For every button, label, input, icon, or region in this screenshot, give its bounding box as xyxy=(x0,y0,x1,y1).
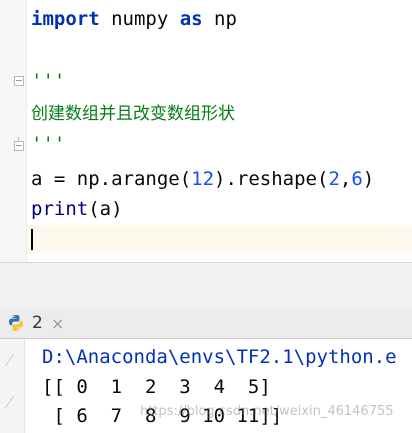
run-tool-tabbar: 2 × xyxy=(0,308,412,339)
code-line-7: print(a) xyxy=(31,196,123,222)
code-text: a = np.arange( xyxy=(31,168,192,190)
close-tab-icon[interactable]: × xyxy=(51,314,64,333)
code-line-1: import numpy as np xyxy=(31,6,237,32)
console-interpreter-path: D:\Anaconda\envs\TF2.1\python.e xyxy=(42,346,397,368)
console-gutter xyxy=(0,339,25,433)
keyword-as: as xyxy=(179,8,203,30)
gutter-arrow-icon xyxy=(5,395,14,409)
text-caret xyxy=(31,229,33,250)
gutter-arrow-icon xyxy=(5,353,14,367)
code-line-6: a = np.arange(12).reshape(2,6) xyxy=(31,166,374,192)
watermark-text: https://blog.csdn.net/weixin_46146755 xyxy=(140,404,394,419)
python-icon xyxy=(9,315,23,331)
code-line-3: ''' xyxy=(31,70,66,92)
panel-separator-area xyxy=(0,262,412,309)
code-text: ).reshape( xyxy=(214,168,329,190)
code-line-5: ''' xyxy=(31,133,66,155)
code-text: ) xyxy=(362,168,375,190)
code-line-4-docstring: 创建数组并且改变数组形状 xyxy=(31,104,235,124)
code-text: , xyxy=(339,168,352,190)
current-line-highlight xyxy=(27,225,412,253)
run-tab-label: 2 xyxy=(32,313,43,333)
run-tab[interactable]: 2 × xyxy=(6,308,64,338)
code-text: (a) xyxy=(88,198,123,220)
code-editor[interactable]: import numpy as np ''' 创建数组并且改变数组形状 ''' … xyxy=(0,0,412,262)
editor-gutter xyxy=(0,0,27,262)
number-literal: 12 xyxy=(191,168,215,190)
module-name: numpy xyxy=(99,8,180,30)
builtin-print: print xyxy=(31,198,89,220)
fold-open-icon[interactable] xyxy=(14,76,24,86)
keyword-import: import xyxy=(31,8,100,30)
fold-end-icon[interactable] xyxy=(14,137,24,151)
number-literal: 2 xyxy=(328,168,340,190)
number-literal: 6 xyxy=(351,168,363,190)
module-alias: np xyxy=(202,8,237,30)
console-output-row-1: [[ 0 1 2 3 4 5] xyxy=(42,376,271,398)
